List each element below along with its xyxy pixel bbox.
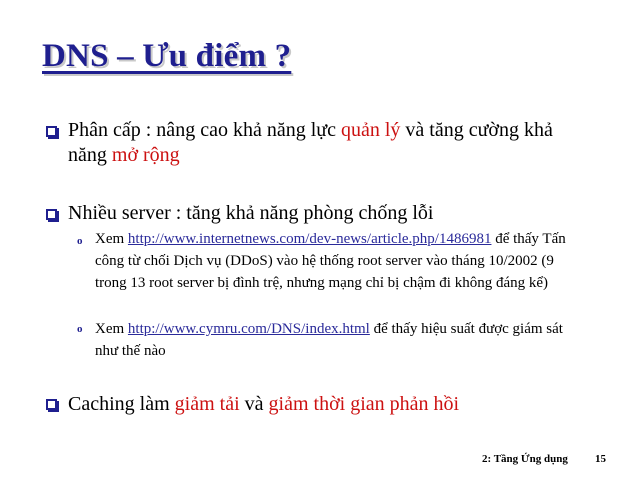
sub-bullet-ddos: Xem http://www.internetnews.com/dev-news… bbox=[95, 228, 585, 294]
bullet-text: và bbox=[239, 393, 269, 415]
sub-text: Xem bbox=[95, 231, 128, 247]
circle-bullet-icon: o bbox=[77, 323, 83, 335]
slide-title: DNS – Ưu điểm ? bbox=[42, 38, 292, 74]
page-number: 15 bbox=[595, 453, 606, 465]
highlight-text: quản lý bbox=[340, 119, 401, 141]
footer-label: 2: Tầng Ứng dụng bbox=[482, 453, 568, 465]
highlight-text: giảm thời gian phản hồi bbox=[268, 393, 460, 415]
bullet-hierarchy: Phân cấp : nâng cao khả năng lực quản lý… bbox=[68, 118, 588, 168]
bullet-text: Caching làm bbox=[68, 393, 175, 415]
square-bullet-icon bbox=[46, 126, 57, 137]
square-bullet-icon bbox=[46, 399, 57, 410]
highlight-text: giảm tải bbox=[174, 393, 240, 415]
highlight-text: mở rộng bbox=[111, 144, 180, 166]
sub-text: Xem bbox=[95, 321, 128, 337]
bullet-multiple-servers: Nhiều server : tăng khả năng phòng chống… bbox=[68, 202, 434, 224]
internetnews-link[interactable]: http://www.internetnews.com/dev-news/art… bbox=[128, 231, 492, 247]
circle-bullet-icon: o bbox=[77, 235, 83, 247]
bullet-caching: Caching làm giảm tải và giảm thời gian p… bbox=[68, 392, 588, 417]
bullet-text: Phân cấp : nâng cao khả năng lực bbox=[68, 119, 341, 141]
cymru-link[interactable]: http://www.cymru.com/DNS/index.html bbox=[128, 321, 370, 337]
sub-bullet-cymru: Xem http://www.cymru.com/DNS/index.html … bbox=[95, 318, 585, 362]
square-bullet-icon bbox=[46, 209, 57, 220]
